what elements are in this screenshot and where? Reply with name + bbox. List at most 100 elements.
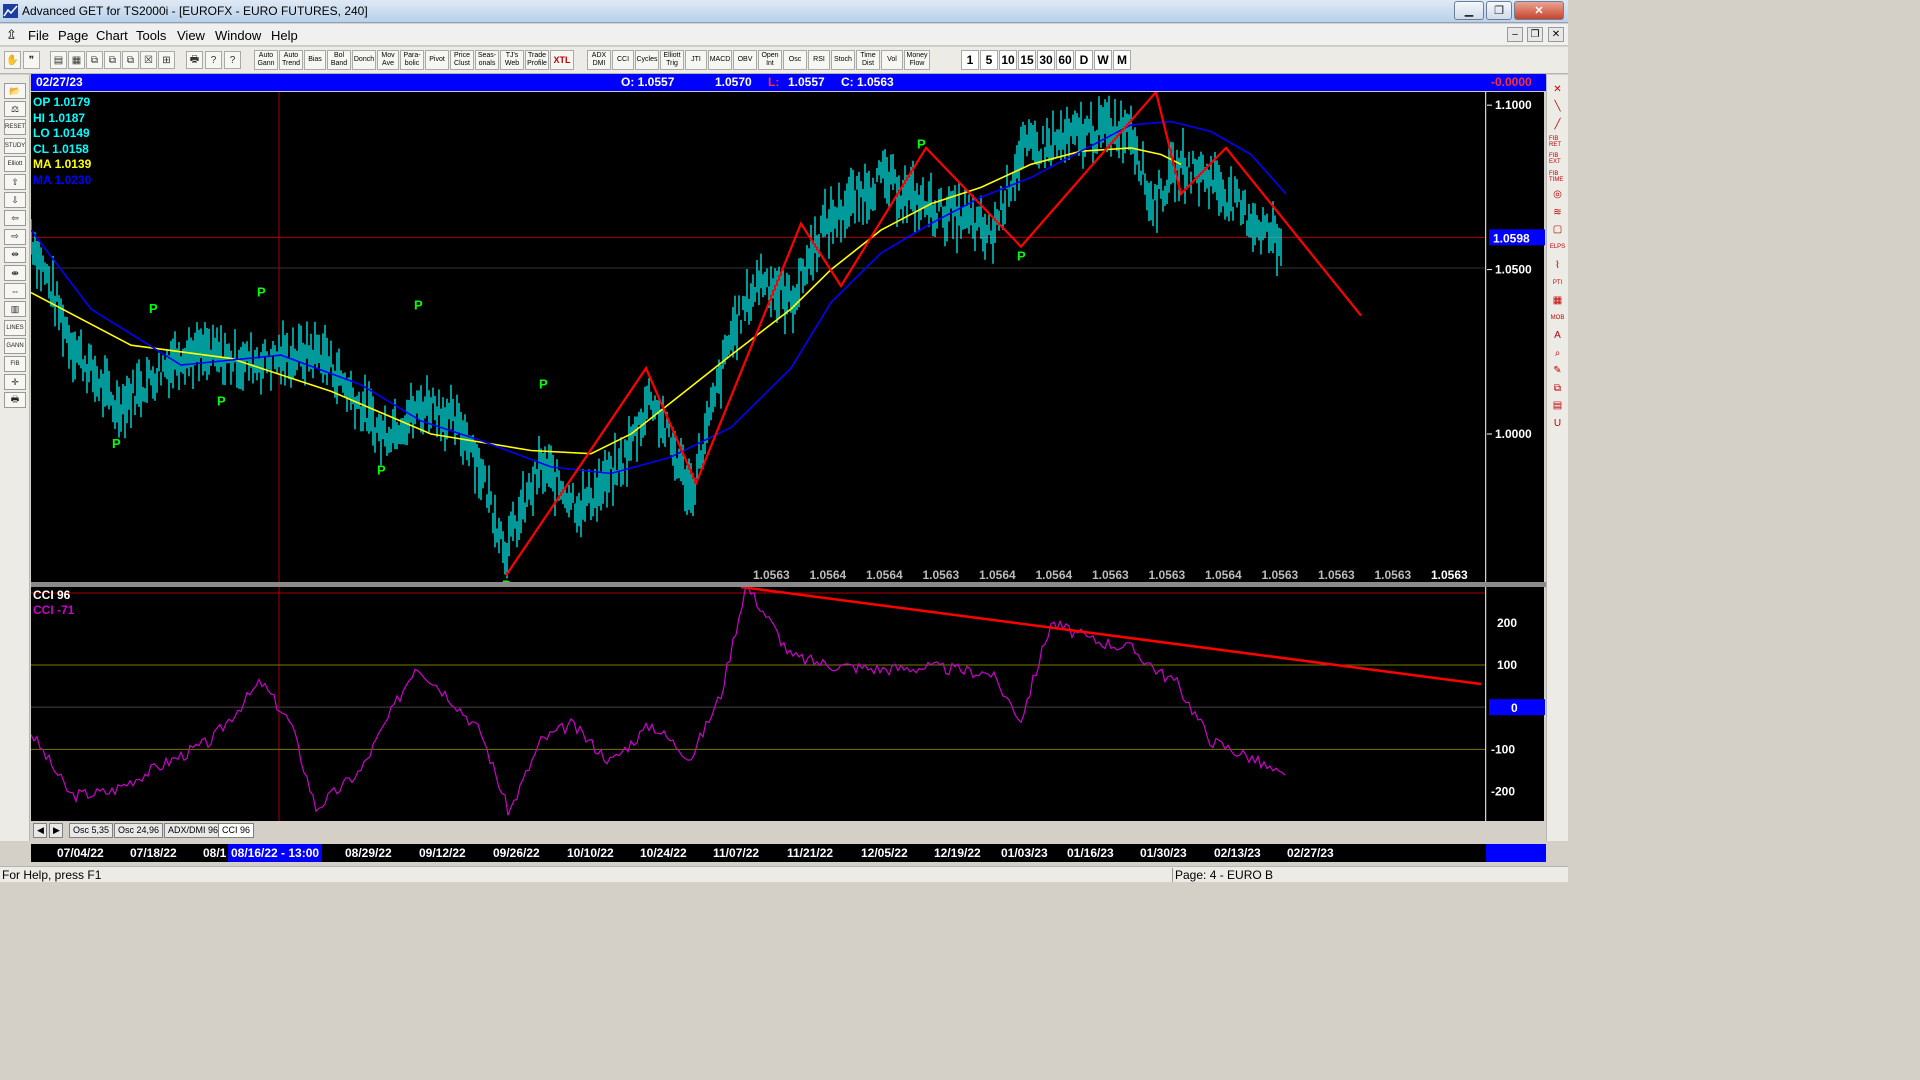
study-button-elliott-trig[interactable]: Elliott Trig: [660, 50, 684, 70]
right-tool-0-icon[interactable]: ✕: [1549, 81, 1566, 97]
quote-icon[interactable]: ❞: [23, 51, 40, 69]
study-button-money-flow[interactable]: Money Flow: [904, 50, 930, 70]
right-tool-15-icon[interactable]: ⌕: [1549, 345, 1566, 361]
study-button-bias[interactable]: Bias: [304, 50, 326, 70]
left-tool-1-icon[interactable]: ⚖: [4, 101, 26, 118]
left-tool-7-icon[interactable]: ⇦: [4, 210, 26, 227]
right-tool-7-icon[interactable]: ≋: [1549, 204, 1566, 220]
period-button-5[interactable]: 5: [980, 50, 998, 70]
right-tool-16-icon[interactable]: ✎: [1549, 363, 1566, 379]
tile-icon[interactable]: ⧉: [122, 51, 139, 69]
left-tool-4-icon[interactable]: Elliott: [4, 155, 26, 172]
left-tool-3-icon[interactable]: STUDY: [4, 137, 26, 154]
menu-view[interactable]: View: [177, 28, 205, 43]
study-button-tj-s-web[interactable]: TJ's Web: [500, 50, 524, 70]
left-tool-2-icon[interactable]: RESET: [4, 119, 26, 136]
left-tool-13-icon[interactable]: LINES: [4, 319, 26, 336]
study-button-pivot[interactable]: Pivot: [425, 50, 449, 70]
delete-chart-icon[interactable]: ☒: [140, 51, 157, 69]
right-tool-14-icon[interactable]: A: [1549, 327, 1566, 343]
left-tool-12-icon[interactable]: ▥: [4, 301, 26, 318]
elliott-zigzag[interactable]: [505, 92, 1362, 577]
right-tool-4-icon[interactable]: FIB EXT: [1549, 151, 1566, 167]
study-button-obv[interactable]: OBV: [733, 50, 757, 70]
menu-page[interactable]: Page: [58, 28, 88, 43]
right-tool-19-icon[interactable]: U: [1549, 415, 1566, 431]
left-tool-11-icon[interactable]: ⇔: [4, 283, 26, 300]
study-button-auto-gann[interactable]: Auto Gann: [254, 50, 278, 70]
study-button-cci[interactable]: CCI: [612, 50, 634, 70]
help-icon[interactable]: ?: [205, 51, 222, 69]
left-tool-6-icon[interactable]: ⇩: [4, 192, 26, 209]
study-button-adx-dmi[interactable]: ADX DMI: [587, 50, 611, 70]
tab-nav-left[interactable]: ◀: [33, 823, 47, 838]
left-tool-5-icon[interactable]: ⇧: [4, 174, 26, 190]
minimize-button[interactable]: ▁: [1454, 1, 1484, 20]
cci-axis[interactable]: 200 100 -100 -200 0: [1486, 587, 1545, 821]
study-button-vol[interactable]: Vol: [881, 50, 903, 70]
menu-chart[interactable]: Chart: [96, 28, 128, 43]
menu-window[interactable]: Window: [215, 28, 261, 43]
price-chart-pane[interactable]: PPPPPPPPPP1.05631.05641.05641.05631.0564…: [31, 92, 1485, 582]
title-bar[interactable]: Advanced GET for TS2000i - [EUROFX - EUR…: [0, 0, 1568, 23]
right-tool-13-icon[interactable]: MOB: [1549, 310, 1566, 326]
study-button-price-clust[interactable]: Price Clust: [450, 50, 474, 70]
tab-cci-96[interactable]: CCI 96: [218, 823, 255, 838]
context-help-icon[interactable]: ?: [224, 51, 241, 69]
left-tool-16-icon[interactable]: ✛: [4, 374, 26, 391]
period-button-w[interactable]: W: [1094, 50, 1112, 70]
study-button-stoch[interactable]: Stoch: [831, 50, 855, 70]
right-tool-3-icon[interactable]: FIB RET: [1549, 134, 1566, 150]
price-axis[interactable]: 1.1000 1.0500 1.0000 1.0598: [1486, 92, 1545, 582]
right-tool-11-icon[interactable]: PTI: [1549, 275, 1566, 291]
left-tool-17-icon[interactable]: 🖶: [4, 392, 26, 409]
study-button-mov-ave[interactable]: Mov Ave: [377, 50, 399, 70]
link-chart-icon[interactable]: ⧉: [104, 51, 121, 69]
print-icon[interactable]: 🖶: [186, 51, 203, 69]
menu-help[interactable]: Help: [271, 28, 298, 43]
cci-pane[interactable]: CCI 96 CCI -71: [31, 587, 1485, 821]
left-tool-15-icon[interactable]: FIB: [4, 356, 26, 372]
study-button-rsi[interactable]: RSI: [808, 50, 830, 70]
copy-chart-icon[interactable]: ⧉: [86, 51, 103, 69]
study-button-jti[interactable]: JTI: [685, 50, 707, 70]
study-button-donch[interactable]: Donch: [352, 50, 376, 70]
close-button[interactable]: ✕: [1514, 1, 1564, 20]
right-tool-12-icon[interactable]: ▦: [1549, 292, 1566, 308]
study-button-bol-band[interactable]: Bol Band: [327, 50, 351, 70]
new-page-icon[interactable]: ▤: [50, 51, 67, 69]
right-tool-8-icon[interactable]: ▢: [1549, 222, 1566, 238]
left-tool-8-icon[interactable]: ⇨: [4, 228, 26, 245]
cci-trendline[interactable]: [740, 587, 1482, 686]
study-button-cycles[interactable]: Cycles: [635, 50, 659, 70]
period-button-d[interactable]: D: [1075, 50, 1093, 70]
date-axis[interactable]: 07/04/22 07/18/22 08/1 08/16/22 - 13:00 08/2…: [31, 844, 1546, 862]
period-button-1[interactable]: 1: [961, 50, 979, 70]
study-button-auto-trend[interactable]: Auto Trend: [279, 50, 303, 70]
right-tool-1-icon[interactable]: ╲: [1549, 99, 1566, 115]
restore-button[interactable]: ❐: [1486, 1, 1512, 20]
left-tool-10-icon[interactable]: ⇼: [4, 265, 26, 281]
period-button-10[interactable]: 10: [999, 50, 1017, 70]
period-button-30[interactable]: 30: [1037, 50, 1055, 70]
period-button-60[interactable]: 60: [1056, 50, 1074, 70]
right-tool-5-icon[interactable]: FIB TIME: [1549, 169, 1566, 185]
mdi-restore-button[interactable]: ❐: [1527, 27, 1543, 42]
study-button-open-int[interactable]: Open Int: [758, 50, 782, 70]
left-tool-0-icon[interactable]: 📂: [4, 83, 26, 99]
tab-osc-5-35[interactable]: Osc 5,35: [69, 823, 114, 838]
left-tool-9-icon[interactable]: ⇹: [4, 246, 26, 263]
right-tool-10-icon[interactable]: ⌇: [1549, 257, 1566, 273]
right-tool-2-icon[interactable]: ╱: [1549, 116, 1566, 132]
period-button-m[interactable]: M: [1113, 50, 1131, 70]
tab-osc-24-96[interactable]: Osc 24,96: [114, 823, 164, 838]
left-tool-14-icon[interactable]: GANN: [4, 337, 26, 354]
study-button-seas-onals[interactable]: Seas-onals: [475, 50, 499, 70]
right-tool-6-icon[interactable]: ◎: [1549, 187, 1566, 203]
menu-tools[interactable]: Tools: [136, 28, 166, 43]
hand-icon[interactable]: ✋: [4, 51, 21, 69]
study-button-time-dist[interactable]: Time Dist: [856, 50, 880, 70]
grid-icon[interactable]: ⊞: [158, 51, 175, 69]
study-button-trade-profile[interactable]: Trade Profile: [525, 50, 549, 70]
tab-adx-dmi-96[interactable]: ADX/DMI 96: [164, 823, 223, 838]
